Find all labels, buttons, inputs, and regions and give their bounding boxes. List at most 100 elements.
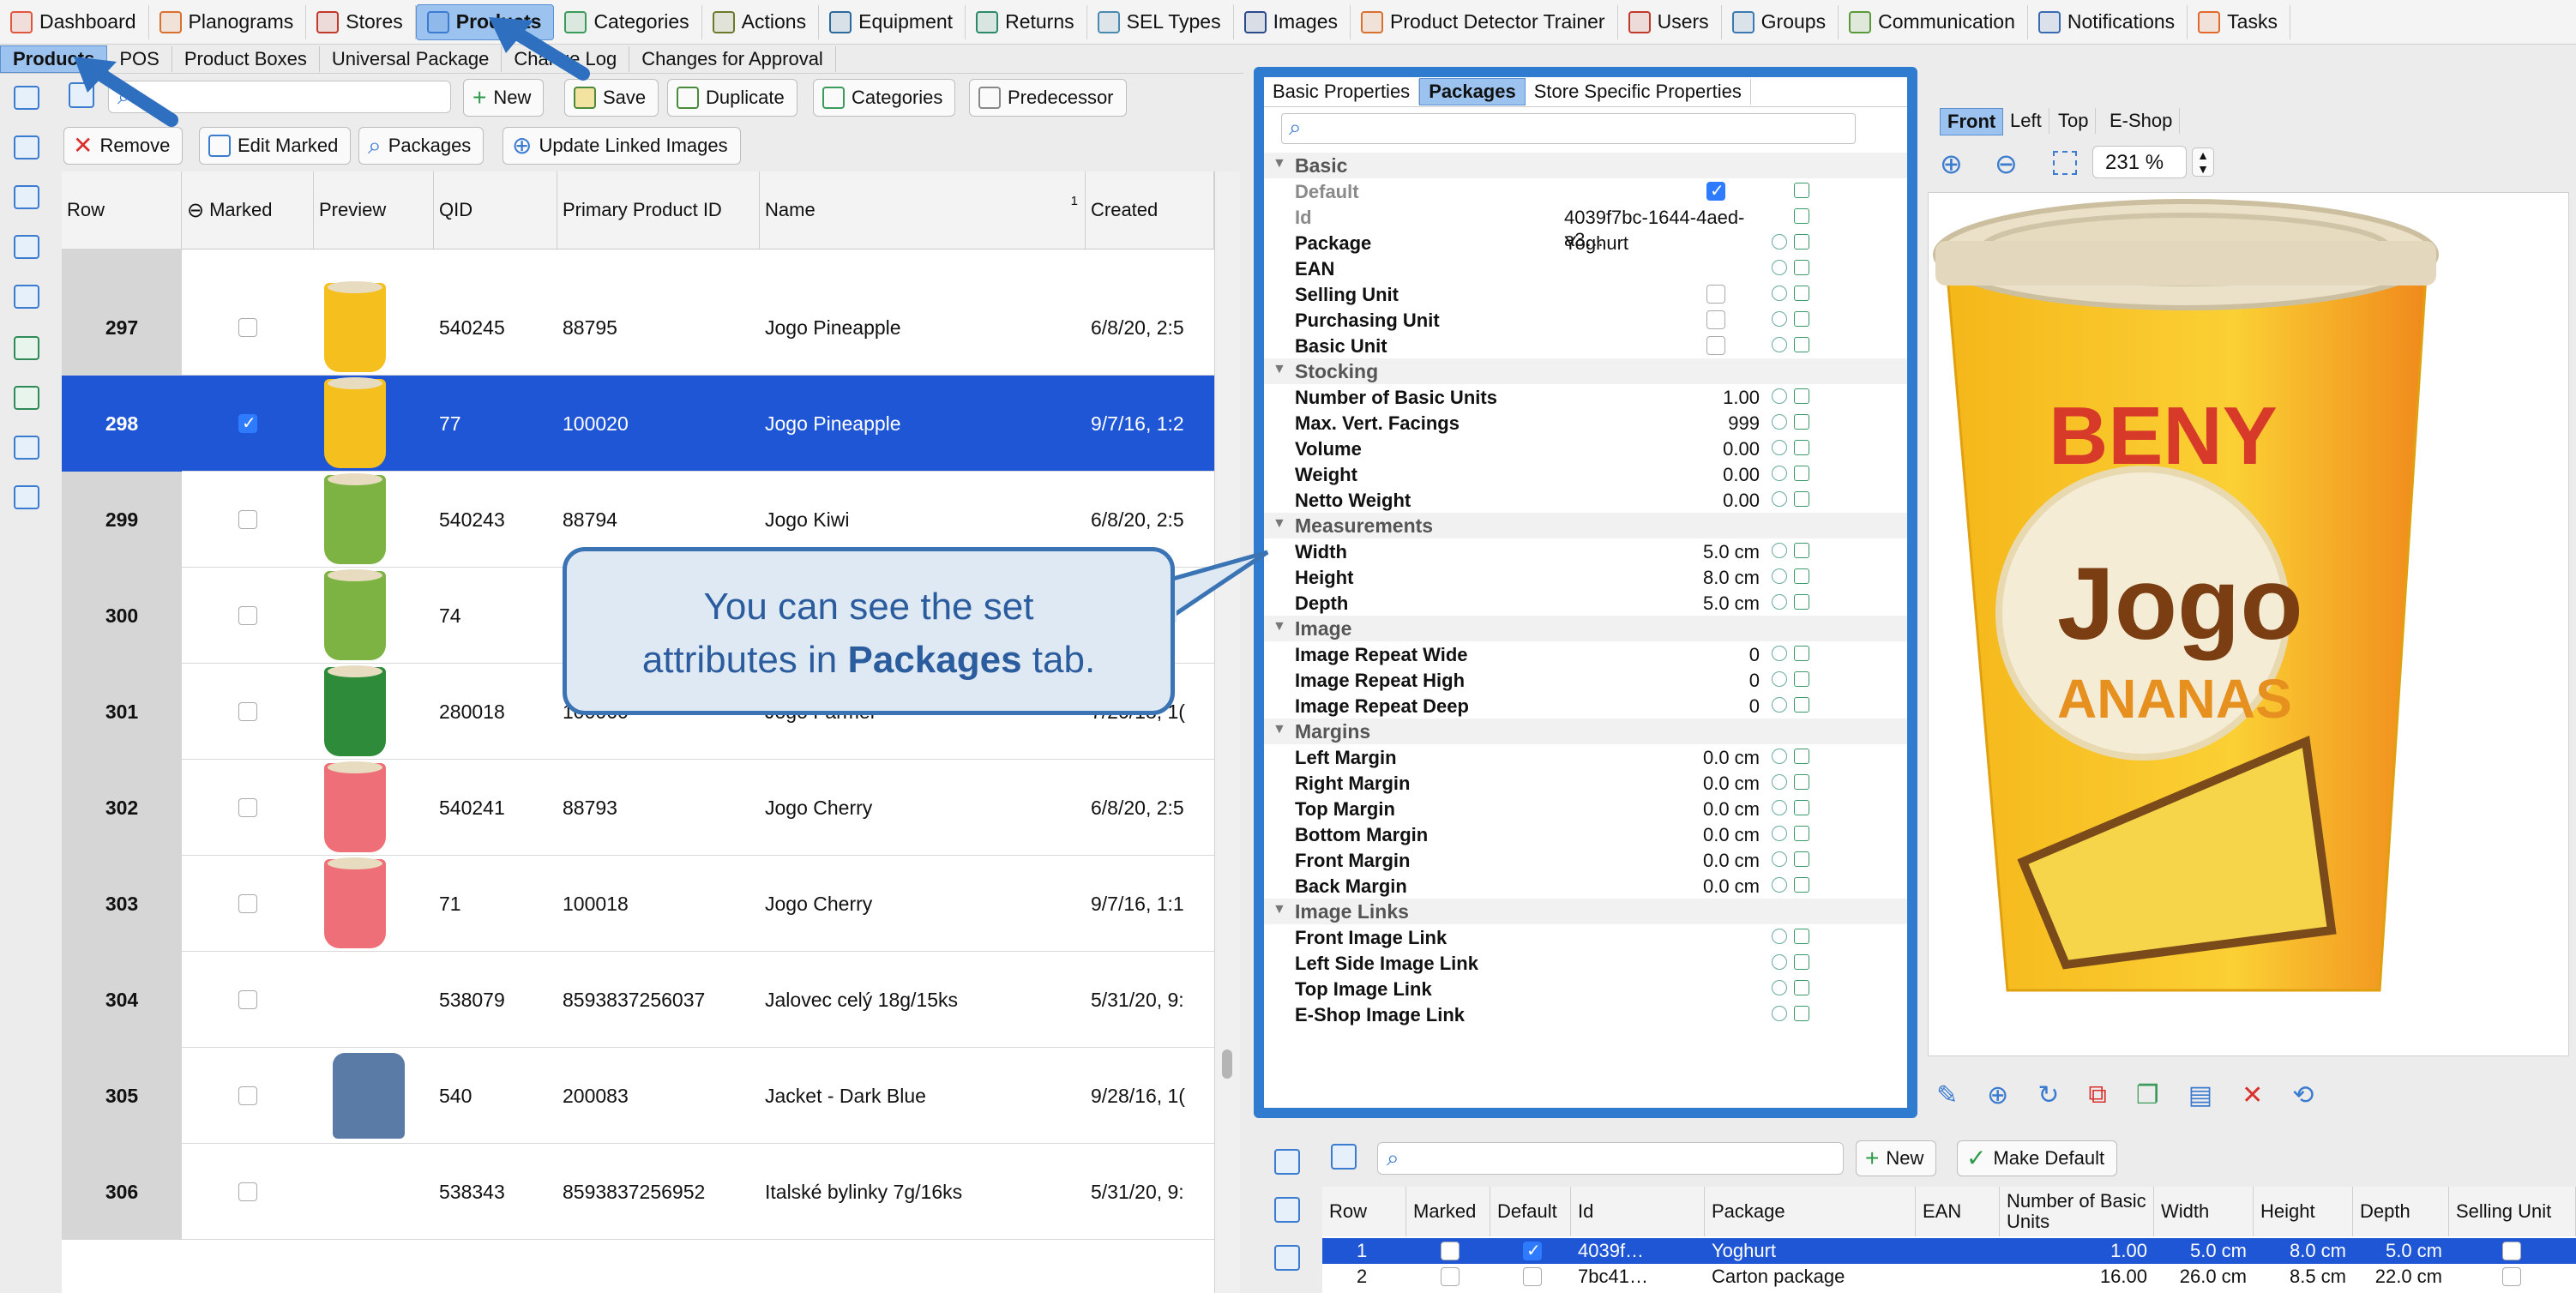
table-row[interactable]: 303 71 100018 Jogo Cherry 9/7/16, 1:1	[62, 856, 1214, 952]
marked-cell[interactable]	[182, 856, 314, 952]
sub-tab-universal-package[interactable]: Universal Package	[320, 45, 503, 72]
checkbox[interactable]	[1706, 310, 1725, 329]
packages-row[interactable]: 2 7bc41… Carton package 16.00 26.0 cm 8.5 cm 2…	[1322, 1264, 2576, 1290]
nav-tab-actions[interactable]: Actions	[702, 4, 820, 39]
report-icon[interactable]	[14, 436, 39, 460]
nav-tab-images[interactable]: Images	[1234, 4, 1351, 39]
property-group-image-links[interactable]: ▼ Image Links	[1264, 899, 1907, 924]
marked-cell[interactable]	[182, 568, 314, 664]
column-header-created[interactable]: Created	[1086, 171, 1214, 249]
copy-value-icon[interactable]	[1794, 568, 1809, 584]
make-default-button[interactable]: ✓ Make Default	[1957, 1140, 2118, 1176]
property-row[interactable]: Image Repeat Wide 0	[1264, 641, 1907, 667]
property-value[interactable]: 0.0 cm	[1564, 850, 1760, 872]
reset-value-icon[interactable]	[1772, 697, 1787, 713]
property-row[interactable]: Front Image Link	[1264, 924, 1907, 950]
copy-value-icon[interactable]	[1794, 337, 1809, 352]
zoom-level-field[interactable]: 231 %	[2092, 146, 2187, 178]
collapse-chevron-icon[interactable]: ▼	[1273, 516, 1286, 532]
selling-unit-checkbox[interactable]	[2502, 1242, 2521, 1260]
reset-value-icon[interactable]	[1772, 980, 1787, 995]
reset-value-icon[interactable]	[1772, 466, 1787, 481]
view-tab-top[interactable]: Top	[2051, 108, 2097, 134]
property-value[interactable]: Yoghurt	[1564, 232, 1770, 255]
reset-value-icon[interactable]	[1772, 543, 1787, 558]
property-value[interactable]: 0	[1564, 695, 1760, 718]
reset-value-icon[interactable]	[1772, 260, 1787, 275]
property-value[interactable]: 0.0 cm	[1564, 824, 1760, 846]
help-icon[interactable]	[14, 185, 39, 209]
table-row[interactable]: 298 77 100020 Jogo Pineapple 9/7/16, 1:2	[62, 376, 1214, 472]
property-group-margins[interactable]: ▼ Margins	[1264, 719, 1907, 744]
marked-cell[interactable]	[182, 280, 314, 376]
copy-value-icon[interactable]	[1794, 594, 1809, 610]
copy-value-icon[interactable]	[1794, 543, 1809, 558]
property-group-measurements[interactable]: ▼ Measurements	[1264, 513, 1907, 538]
packages-column-ean[interactable]: EAN	[1916, 1187, 2000, 1236]
packages-column-row[interactable]: Row	[1322, 1187, 1406, 1236]
zoom-stepper[interactable]: ▲ ▼	[2192, 147, 2214, 177]
reset-value-icon[interactable]	[1772, 388, 1787, 404]
property-row[interactable]: EAN	[1264, 256, 1907, 281]
view-tab-e-shop[interactable]: E-Shop	[2103, 108, 2181, 134]
checkbox[interactable]	[1706, 285, 1725, 304]
nav-tab-stores[interactable]: Stores	[306, 4, 416, 39]
property-row[interactable]: Basic Unit	[1264, 333, 1907, 358]
packages-column-depth[interactable]: Depth	[2353, 1187, 2449, 1236]
property-checkbox[interactable]	[1706, 310, 1725, 329]
chart-icon[interactable]	[14, 485, 39, 509]
reset-value-icon[interactable]	[1772, 954, 1787, 970]
web-image-icon[interactable]: ⊕	[1987, 1080, 2008, 1110]
property-row[interactable]: Bottom Margin 0.0 cm	[1264, 821, 1907, 847]
select-all-icon[interactable]	[14, 86, 39, 110]
copy-value-icon[interactable]	[1794, 466, 1809, 481]
property-row[interactable]: Width 5.0 cm	[1264, 538, 1907, 564]
nav-tab-product-detector-trainer[interactable]: Product Detector Trainer	[1351, 4, 1618, 39]
default-checkbox[interactable]	[1523, 1242, 1542, 1260]
property-row[interactable]: Top Image Link	[1264, 976, 1907, 1001]
bottom-copy-icon[interactable]	[1274, 1197, 1300, 1223]
column-header-name[interactable]: Name 1	[760, 171, 1086, 249]
property-value[interactable]: 0.00	[1564, 438, 1760, 460]
nav-tab-communication[interactable]: Communication	[1839, 4, 2028, 39]
bottom-new-button[interactable]: + New	[1856, 1140, 1937, 1176]
packages-column-number-of-basic-units[interactable]: Number of Basic Units	[2000, 1187, 2154, 1236]
categories-button[interactable]: Categories	[813, 79, 956, 117]
view-tab-front[interactable]: Front	[1940, 108, 2004, 135]
marked-cell[interactable]	[182, 472, 314, 568]
bottom-table-settings-icon[interactable]	[1331, 1144, 1357, 1170]
property-group-stocking[interactable]: ▼ Stocking	[1264, 358, 1907, 384]
nav-tab-returns[interactable]: Returns	[966, 4, 1087, 39]
property-row[interactable]: Selling Unit	[1264, 281, 1907, 307]
property-row[interactable]: E-Shop Image Link	[1264, 1001, 1907, 1027]
image-icon[interactable]	[14, 235, 39, 259]
copy-value-icon[interactable]	[1794, 414, 1809, 430]
bottom-help-icon[interactable]	[1274, 1245, 1300, 1271]
marked-checkbox[interactable]	[238, 702, 257, 721]
table-row[interactable]: 304 538079 8593837256037 Jalovec celý 18g/1…	[62, 952, 1214, 1048]
property-value[interactable]: 0.00	[1564, 464, 1760, 486]
copy-value-icon[interactable]	[1794, 208, 1809, 224]
marked-cell[interactable]	[182, 376, 314, 472]
property-value[interactable]: 0.0 cm	[1564, 798, 1760, 821]
copy-value-icon[interactable]	[1794, 749, 1809, 764]
marked-cell[interactable]	[182, 1144, 314, 1240]
packages-default-cell[interactable]	[1523, 1267, 1542, 1286]
packages-column-height[interactable]: Height	[2254, 1187, 2353, 1236]
copy-icon[interactable]	[14, 135, 39, 159]
property-row[interactable]: Left Margin 0.0 cm	[1264, 744, 1907, 770]
reset-value-icon[interactable]	[1772, 414, 1787, 430]
reset-value-icon[interactable]	[1772, 826, 1787, 841]
property-row[interactable]: Top Margin 0.0 cm	[1264, 796, 1907, 821]
property-row[interactable]: Weight 0.00	[1264, 461, 1907, 487]
marked-checkbox[interactable]	[238, 798, 257, 817]
reset-value-icon[interactable]	[1772, 749, 1787, 764]
table-row[interactable]: 297 540245 88795 Jogo Pineapple 6/8/20, 2:5	[62, 280, 1214, 376]
reset-value-icon[interactable]	[1772, 929, 1787, 944]
copy-value-icon[interactable]	[1794, 491, 1809, 507]
reset-value-icon[interactable]	[1772, 774, 1787, 790]
zoom-out-icon[interactable]: ⊖	[1995, 147, 2018, 180]
nav-tab-equipment[interactable]: Equipment	[819, 4, 966, 39]
reset-value-icon[interactable]	[1772, 800, 1787, 815]
nav-tab-planograms[interactable]: Planograms	[149, 4, 307, 39]
